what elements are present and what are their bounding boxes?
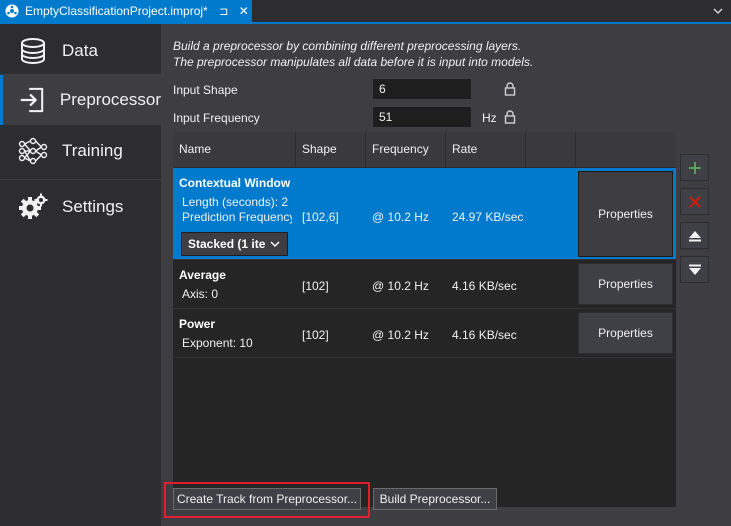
move-down-icon xyxy=(688,264,701,275)
lock-icon[interactable] xyxy=(504,110,516,124)
app-logo-icon xyxy=(5,4,19,18)
layer-rate: 4.16 KB/sec xyxy=(452,328,517,342)
remove-icon xyxy=(688,195,701,208)
remove-layer-button[interactable] xyxy=(680,188,709,215)
panel-description: Build a preprocessor by combining differ… xyxy=(173,38,533,70)
input-frequency-field[interactable]: 51 xyxy=(372,106,472,128)
description-line: Build a preprocessor by combining differ… xyxy=(173,39,522,53)
sidebar-item-data[interactable]: Data xyxy=(0,26,161,76)
layer-frequency: @ 10.2 Hz xyxy=(372,328,429,342)
neural-network-icon xyxy=(18,137,48,165)
layer-param: Axis: 0 xyxy=(182,287,219,301)
gears-icon xyxy=(19,193,48,219)
move-layer-down-button[interactable] xyxy=(680,256,709,283)
add-icon xyxy=(688,161,701,174)
document-tab[interactable]: EmptyClassificationProject.improj* ⊐ ✕ xyxy=(0,0,252,22)
pin-icon[interactable]: ⊐ xyxy=(218,5,230,18)
document-tab-strip: EmptyClassificationProject.improj* ⊐ ✕ xyxy=(0,0,731,24)
sidebar: Data Preprocessor Training Settings xyxy=(0,24,161,526)
column-header-empty xyxy=(526,132,576,167)
chevron-down-icon[interactable] xyxy=(711,4,725,18)
add-layer-button[interactable] xyxy=(680,154,709,181)
layer-name: Contextual Window xyxy=(179,176,291,190)
divider xyxy=(0,179,161,180)
sidebar-item-label: Settings xyxy=(62,197,124,216)
sidebar-item-label: Training xyxy=(62,141,123,160)
document-tab-title: EmptyClassificationProject.improj* xyxy=(25,4,208,18)
layer-name: Power xyxy=(179,317,216,331)
input-shape-label: Input Shape xyxy=(173,83,238,97)
layer-param: Exponent: 10 xyxy=(182,336,253,350)
preprocessor-panel: Build a preprocessor by combining differ… xyxy=(161,24,731,526)
close-icon[interactable]: ✕ xyxy=(238,4,250,18)
input-shape-field[interactable]: 6 xyxy=(372,78,472,100)
move-layer-up-button[interactable] xyxy=(680,222,709,249)
move-up-icon xyxy=(688,230,701,241)
layer-frequency: @ 10.2 Hz xyxy=(372,210,429,224)
sidebar-item-label: Data xyxy=(62,41,98,60)
column-header-name[interactable]: Name xyxy=(173,132,296,167)
description-line: The preprocessor manipulates all data be… xyxy=(173,55,534,69)
layer-shape: [102,6] xyxy=(302,210,339,224)
layer-param: Length (seconds): 2 xyxy=(182,195,289,209)
stacking-combo-value: Stacked (1 item) xyxy=(188,237,266,251)
sidebar-item-preprocessor[interactable]: Preprocessor xyxy=(0,75,161,125)
layer-param: Prediction Frequency xyxy=(182,210,292,224)
properties-button[interactable]: Properties xyxy=(578,312,673,354)
layer-shape: [102] xyxy=(302,279,329,293)
table-row[interactable]: Power Exponent: 10 [102] @ 10.2 Hz 4.16 … xyxy=(173,309,676,358)
stacking-combo[interactable]: Stacked (1 item) xyxy=(181,232,288,256)
frequency-unit: Hz xyxy=(482,111,497,125)
preprocessor-layers-table: Name Shape Frequency Rate Contextual Win… xyxy=(173,132,676,507)
column-header-frequency[interactable]: Frequency xyxy=(366,132,446,167)
layer-rate: 24.97 KB/sec xyxy=(452,210,524,224)
table-header: Name Shape Frequency Rate xyxy=(173,132,676,168)
create-track-button[interactable]: Create Track from Preprocessor... xyxy=(173,488,361,510)
layer-name: Average xyxy=(179,268,226,282)
chevron-down-icon xyxy=(270,241,280,248)
import-icon xyxy=(20,87,44,113)
lock-icon[interactable] xyxy=(504,82,516,96)
properties-button[interactable]: Properties xyxy=(578,263,673,305)
build-preprocessor-button[interactable]: Build Preprocessor... xyxy=(373,488,497,510)
table-row[interactable]: Contextual Window Length (seconds): 2 Pr… xyxy=(173,168,676,260)
sidebar-item-training[interactable]: Training xyxy=(0,126,161,176)
column-header-rate[interactable]: Rate xyxy=(446,132,526,167)
layer-shape: [102] xyxy=(302,328,329,342)
input-frequency-label: Input Frequency xyxy=(173,111,260,125)
sidebar-item-settings[interactable]: Settings xyxy=(0,182,161,232)
column-header-shape[interactable]: Shape xyxy=(296,132,366,167)
layer-frequency: @ 10.2 Hz xyxy=(372,279,429,293)
database-icon xyxy=(21,38,45,64)
layer-rate: 4.16 KB/sec xyxy=(452,279,517,293)
sidebar-item-label: Preprocessor xyxy=(59,90,161,109)
table-row[interactable]: Average Axis: 0 [102] @ 10.2 Hz 4.16 KB/… xyxy=(173,260,676,309)
properties-button[interactable]: Properties xyxy=(578,171,673,257)
